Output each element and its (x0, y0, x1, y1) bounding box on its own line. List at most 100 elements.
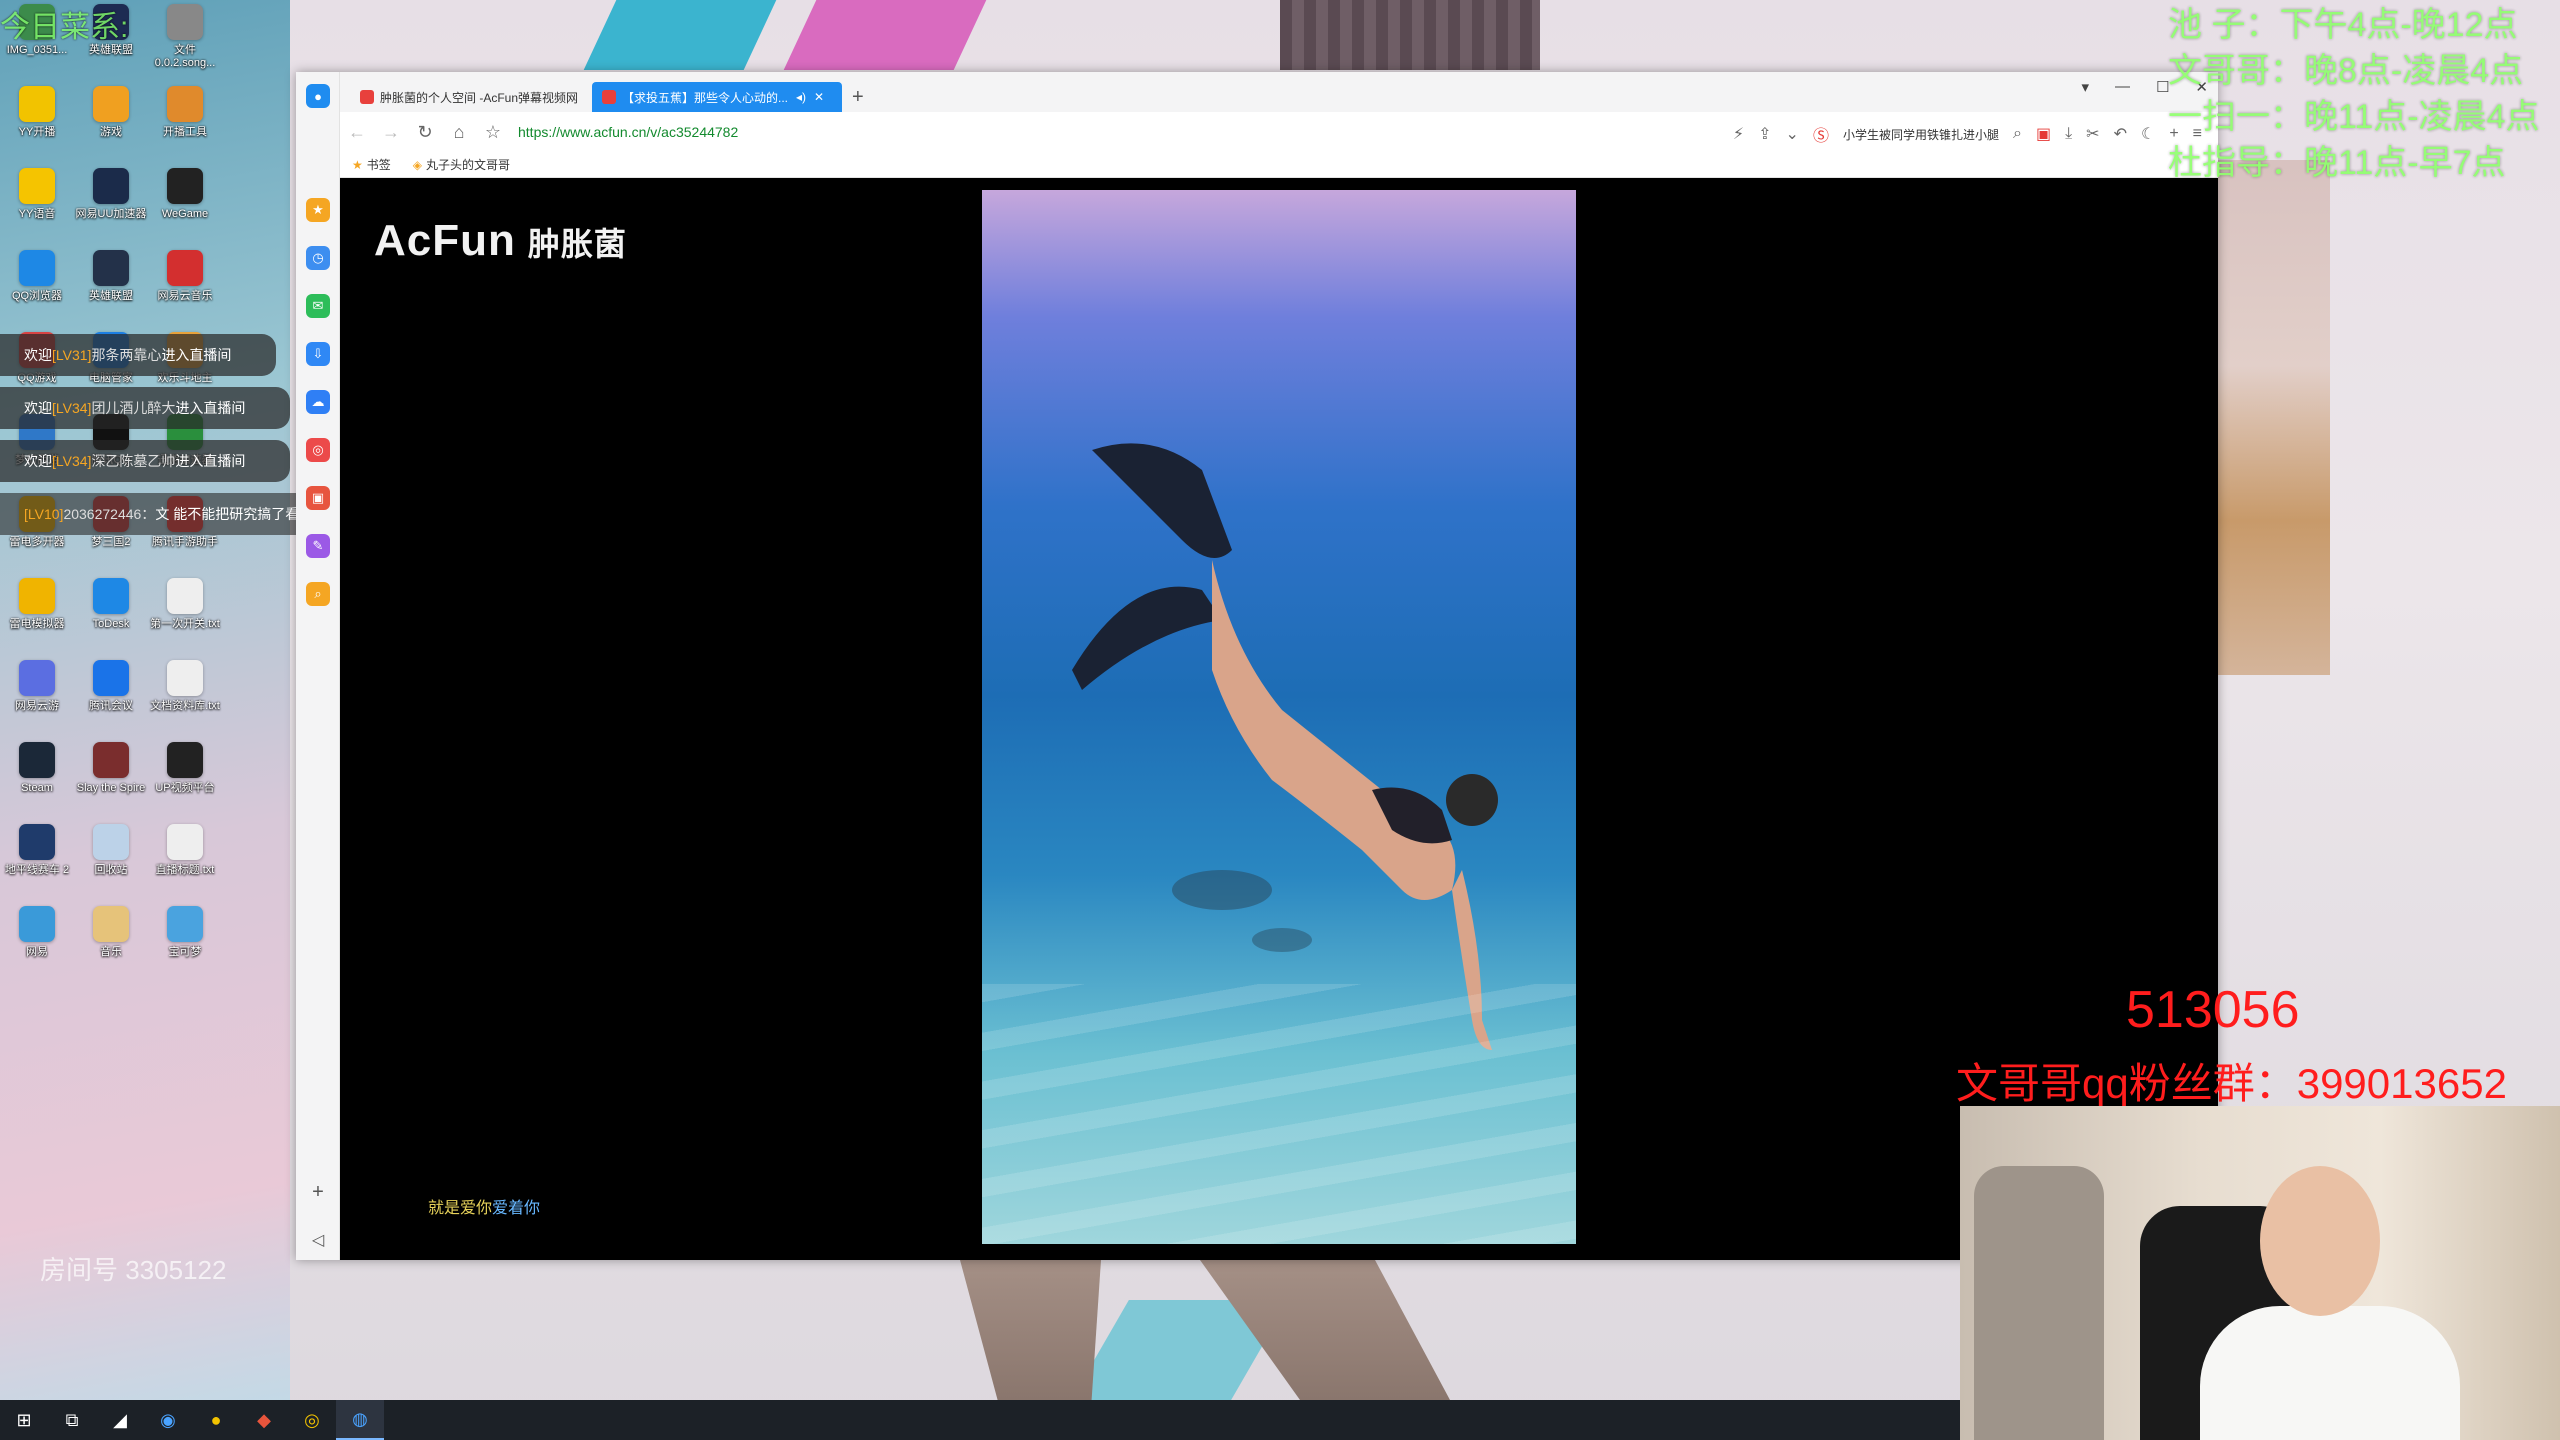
desktop-icon[interactable]: 网易UU加速器 (74, 168, 148, 221)
desktop-icon[interactable]: 雷电模拟器 (0, 578, 74, 631)
desktop-icon-label: Slay the Spire (76, 782, 146, 794)
tab-video[interactable]: 【求投五蕉】那些令人心动的... ◂) ✕ (592, 82, 842, 112)
video-player[interactable]: AcFun 肿胀菌 就是爱你爱着你 (340, 178, 2218, 1260)
desktop-icon[interactable]: 英雄联盟 (74, 250, 148, 303)
browser-window: ● ★ ◷ ✉ ⇩ ☁ ◎ ▣ ✎ ⌕ + ◁ 肿胀菌的个人空间 -AcFun弹… (296, 72, 2218, 1260)
address-bar[interactable]: https://www.acfun.cn/v/ac35244782 (518, 124, 738, 140)
chat-icon[interactable]: ☁ (306, 390, 330, 414)
chevron-down-icon[interactable]: ⌄ (1786, 124, 1799, 144)
desktop-icon[interactable]: 直播标题.txt (148, 824, 222, 877)
bookmarks-bar: ★ 书签 ◈ 丸子头的文哥哥 (340, 152, 2218, 178)
desktop-icon-label: 雷电模拟器 (9, 618, 65, 630)
taskbar-qqbrowser-icon[interactable]: ◍ (336, 1400, 384, 1440)
screenshot-icon[interactable]: ✂ (2086, 124, 2099, 144)
desktop-icon[interactable]: 音乐 (74, 906, 148, 959)
desktop-icon[interactable]: 游戏 (74, 86, 148, 139)
desktop-icon-label: QQ浏览器 (11, 290, 63, 302)
search-engine-icon[interactable]: Ⓢ (1813, 122, 1829, 146)
app-icon (93, 168, 129, 204)
taskbar-yy-icon[interactable]: ◎ (288, 1400, 336, 1440)
forward-icon[interactable]: → (374, 122, 408, 143)
chat-text: 进入直播间 (175, 453, 246, 469)
desktop-icon[interactable]: QQ浏览器 (0, 250, 74, 303)
desktop-icon[interactable]: ToDesk (74, 578, 148, 631)
search-icon[interactable]: ⌕ (306, 582, 330, 606)
desktop-icon[interactable]: 腾讯会议 (74, 660, 148, 713)
desktop-icon[interactable]: UP视频平台 (148, 742, 222, 795)
chat-prefix: 欢迎 (24, 347, 52, 363)
download-icon[interactable]: ⤓ (2065, 125, 2072, 143)
chat-level: [LV31] (52, 347, 92, 363)
add-icon[interactable]: + (306, 1180, 330, 1204)
desktop-icon[interactable]: 文档资料库.txt (148, 660, 222, 713)
browser-logo-icon[interactable]: ● (306, 84, 330, 108)
download-icon[interactable]: ⇩ (306, 342, 330, 366)
desktop-icon[interactable]: 网易云音乐 (148, 250, 222, 303)
desktop-icon[interactable]: 网易云游 (0, 660, 74, 713)
app-icon (93, 742, 129, 778)
chat-username: 2036272446： (63, 506, 156, 522)
wechat-icon[interactable]: ✉ (306, 294, 330, 318)
pdf-icon[interactable]: ▣ (306, 486, 330, 510)
desktop-icon[interactable]: 第一次开关.txt (148, 578, 222, 631)
chat-message: 欢迎 [LV31] 那条两靠心 进入直播间 (0, 334, 276, 376)
favorites-icon[interactable]: ★ (306, 198, 330, 222)
chat-level: [LV34] (52, 400, 92, 416)
bookmark-item[interactable]: ◈ 丸子头的文哥哥 (413, 156, 510, 173)
bookmark-folder[interactable]: ★ 书签 (352, 156, 391, 173)
desktop-icon[interactable]: 开播工具 (148, 86, 222, 139)
refresh-icon[interactable]: ↻ (408, 122, 442, 143)
star-icon: ★ (352, 158, 363, 172)
desktop-icon[interactable]: 宝可梦 (148, 906, 222, 959)
taskbar-chrome-icon[interactable]: ● (192, 1400, 240, 1440)
minimize-button[interactable]: — (2115, 78, 2130, 96)
undo-icon[interactable]: ↶ (2114, 124, 2127, 144)
camera-icon[interactable]: ◎ (306, 438, 330, 462)
menu-button[interactable]: ▾ (2081, 78, 2089, 96)
desktop-icon[interactable]: 文件 0.0.2.song... (148, 4, 222, 70)
task-view-icon[interactable]: ⧉ (48, 1400, 96, 1440)
taskbar-app-icon[interactable]: ◆ (240, 1400, 288, 1440)
share-icon[interactable]: ⇪ (1758, 124, 1771, 144)
taskbar-app-icon[interactable]: ◢ (96, 1400, 144, 1440)
webcam-person-body (2200, 1306, 2460, 1440)
app-icon (167, 578, 203, 614)
desktop-icon[interactable]: YY语音 (0, 168, 74, 221)
back-icon[interactable]: ← (340, 122, 374, 143)
desktop-icon[interactable]: 网易 (0, 906, 74, 959)
desktop-icon-label: WeGame (161, 208, 209, 220)
desktop-icon[interactable]: 地平线赛车 2 (0, 824, 74, 877)
night-mode-icon[interactable]: ☾ (2141, 124, 2155, 144)
extension-icon[interactable]: ▣ (2036, 124, 2051, 144)
desktop-icon-label: 回收站 (94, 864, 128, 876)
desktop-icon[interactable]: Steam (0, 742, 74, 795)
home-icon[interactable]: ⌂ (442, 122, 476, 143)
desktop-icon-label: 雷电多开器 (9, 536, 65, 548)
search-hint-text[interactable]: 小学生被同学用铁锥扎进小腿 (1843, 126, 1999, 143)
collapse-sidebar-icon[interactable]: ◁ (306, 1228, 330, 1252)
desktop-icon[interactable]: WeGame (148, 168, 222, 221)
desktop-icon[interactable]: Slay the Spire (74, 742, 148, 795)
lightning-icon[interactable]: ⚡ (1733, 124, 1744, 144)
bookmark-favicon-icon: ◈ (412, 158, 423, 172)
desktop-icon-label: 游戏 (100, 126, 122, 138)
new-tab-button[interactable]: + (852, 86, 864, 109)
video-frame[interactable] (982, 190, 1576, 1244)
taskbar-browser-icon[interactable]: ◉ (144, 1400, 192, 1440)
nav-bar: ← → ↻ ⌂ ☆ https://www.acfun.cn/v/ac35244… (340, 112, 2218, 152)
taskbar: ⊞ ⧉ ◢ ◉ ● ◆ ◎ ◍ (0, 1400, 1960, 1440)
search-icon[interactable]: ⌕ (2013, 125, 2022, 143)
app-icon (19, 578, 55, 614)
desktop-icon[interactable]: 回收站 (74, 824, 148, 877)
desktop-icon[interactable]: YY开播 (0, 86, 74, 139)
tab-space[interactable]: 肿胀菌的个人空间 -AcFun弹幕视频网 (350, 82, 582, 112)
app-icon (19, 168, 55, 204)
wallpaper-right-panel (2218, 160, 2330, 675)
history-icon[interactable]: ◷ (306, 246, 330, 270)
app-icon (93, 250, 129, 286)
note-icon[interactable]: ✎ (306, 534, 330, 558)
close-tab-icon[interactable]: ✕ (814, 90, 824, 104)
bookmark-star-icon[interactable]: ☆ (476, 122, 510, 143)
start-button-icon[interactable]: ⊞ (0, 1400, 48, 1440)
speaker-icon[interactable]: ◂) (796, 90, 806, 104)
